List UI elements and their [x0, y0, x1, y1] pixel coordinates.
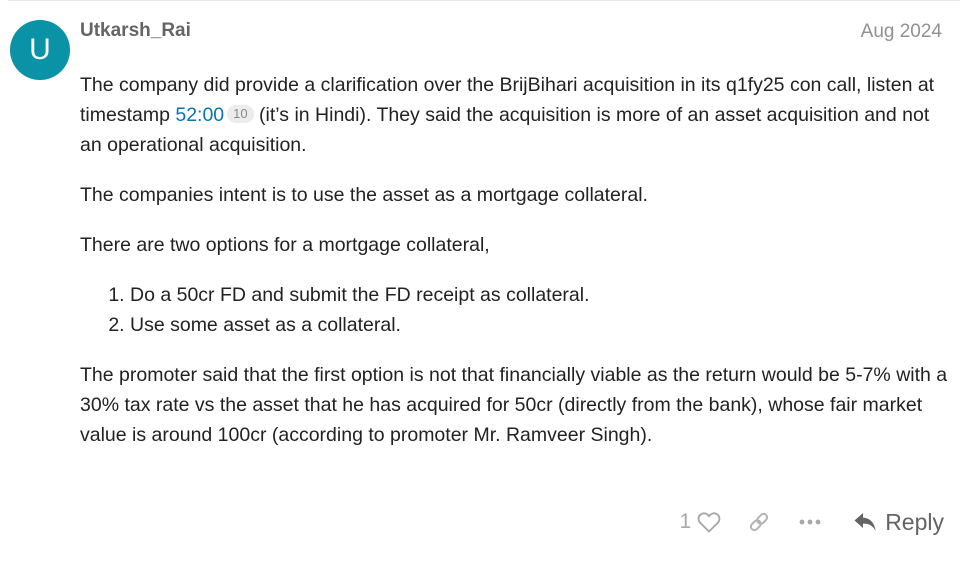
top-divider — [8, 0, 960, 1]
avatar[interactable]: U — [10, 20, 70, 80]
link-icon — [750, 512, 769, 532]
username[interactable]: Utkarsh_Rai — [80, 20, 191, 42]
more-icon — [799, 519, 821, 525]
reply-button[interactable]: Reply — [853, 509, 944, 536]
like-count[interactable]: 1 — [680, 510, 692, 534]
post-actions: 1 Reply — [680, 504, 945, 540]
reply-icon — [854, 513, 876, 531]
share-link-button[interactable] — [747, 510, 771, 534]
paragraph-4: The promoter said that the first option … — [80, 364, 948, 446]
options-list: Do a 50cr FD and submit the FD receipt a… — [80, 280, 950, 340]
more-options-button[interactable] — [799, 519, 821, 525]
heart-icon — [697, 512, 721, 533]
post-date[interactable]: Aug 2024 — [861, 21, 942, 43]
reply-label: Reply — [885, 508, 944, 535]
paragraph-1: The company did provide a clarification … — [80, 70, 950, 160]
paragraph-2: The companies intent is to use the asset… — [80, 184, 648, 206]
list-item: Do a 50cr FD and submit the FD receipt a… — [130, 280, 950, 310]
like-button[interactable] — [697, 511, 721, 533]
avatar-letter: U — [29, 33, 51, 66]
click-count-badge: 10 — [227, 105, 254, 123]
list-item: Use some asset as a collateral. — [130, 310, 950, 340]
post-body: The company did provide a clarification … — [80, 70, 950, 470]
paragraph-3: There are two options for a mortgage col… — [80, 234, 490, 256]
timestamp-link[interactable]: 52:00 — [175, 104, 224, 126]
